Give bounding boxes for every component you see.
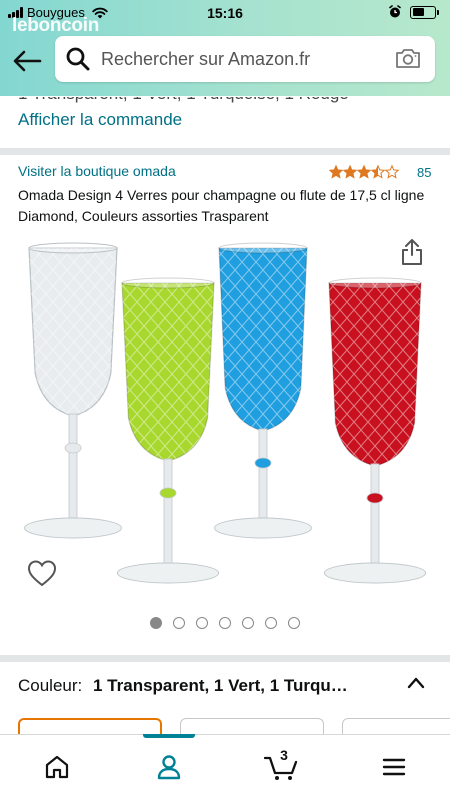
account-icon — [157, 755, 181, 780]
pager-dot[interactable] — [265, 617, 277, 629]
app-header: Bouygues 15:16 leboncoin Rechercher sur … — [0, 0, 450, 96]
active-tab-indicator — [143, 734, 195, 738]
pager-dot[interactable] — [219, 617, 231, 629]
menu-icon — [382, 758, 406, 776]
color-selector[interactable]: Couleur: 1 Transparent, 1 Vert, 1 Turqu… — [18, 676, 438, 696]
view-order-link[interactable]: Afficher la commande — [18, 110, 182, 130]
battery-icon — [410, 5, 439, 19]
glass — [24, 242, 122, 539]
color-label: Couleur: — [18, 676, 83, 695]
pager-dot[interactable] — [173, 617, 185, 629]
home-icon — [45, 755, 69, 779]
search-bar[interactable]: Rechercher sur Amazon.fr — [55, 36, 435, 82]
star-icon — [371, 165, 385, 179]
back-arrow-icon[interactable] — [10, 47, 44, 75]
search-icon — [66, 47, 90, 71]
pager-dot[interactable] — [150, 617, 162, 629]
pager-dot[interactable] — [196, 617, 208, 629]
nav-home[interactable] — [40, 750, 74, 784]
star-icon — [385, 165, 399, 179]
image-pager[interactable] — [0, 617, 450, 629]
alarm-icon — [389, 5, 401, 18]
search-input[interactable]: Rechercher sur Amazon.fr — [101, 49, 310, 70]
rating-stars[interactable] — [329, 165, 399, 179]
section-divider — [0, 655, 450, 662]
pager-dot[interactable] — [288, 617, 300, 629]
color-value: 1 Transparent, 1 Vert, 1 Turqu… — [93, 676, 348, 695]
visit-store-link[interactable]: Visiter la boutique omada — [18, 163, 176, 179]
rating-count[interactable]: 85 — [417, 165, 431, 180]
nav-menu[interactable] — [377, 750, 411, 784]
pager-dot[interactable] — [242, 617, 254, 629]
glass — [116, 277, 220, 584]
watermark: leboncoin — [12, 15, 100, 36]
camera-icon[interactable] — [395, 47, 421, 69]
cart-count: 3 — [280, 747, 288, 763]
nav-account[interactable] — [152, 750, 186, 784]
section-divider — [0, 148, 450, 155]
glass — [323, 277, 427, 584]
product-image[interactable] — [18, 238, 433, 593]
star-icon — [329, 165, 343, 179]
status-right — [388, 5, 439, 19]
product-title: Omada Design 4 Verres pour champagne ou … — [18, 187, 425, 224]
chevron-up-icon[interactable] — [405, 673, 427, 693]
star-icon — [343, 165, 357, 179]
heart-icon[interactable] — [27, 559, 57, 587]
share-icon[interactable] — [400, 238, 424, 266]
star-icon — [357, 165, 371, 179]
glass — [214, 242, 312, 539]
